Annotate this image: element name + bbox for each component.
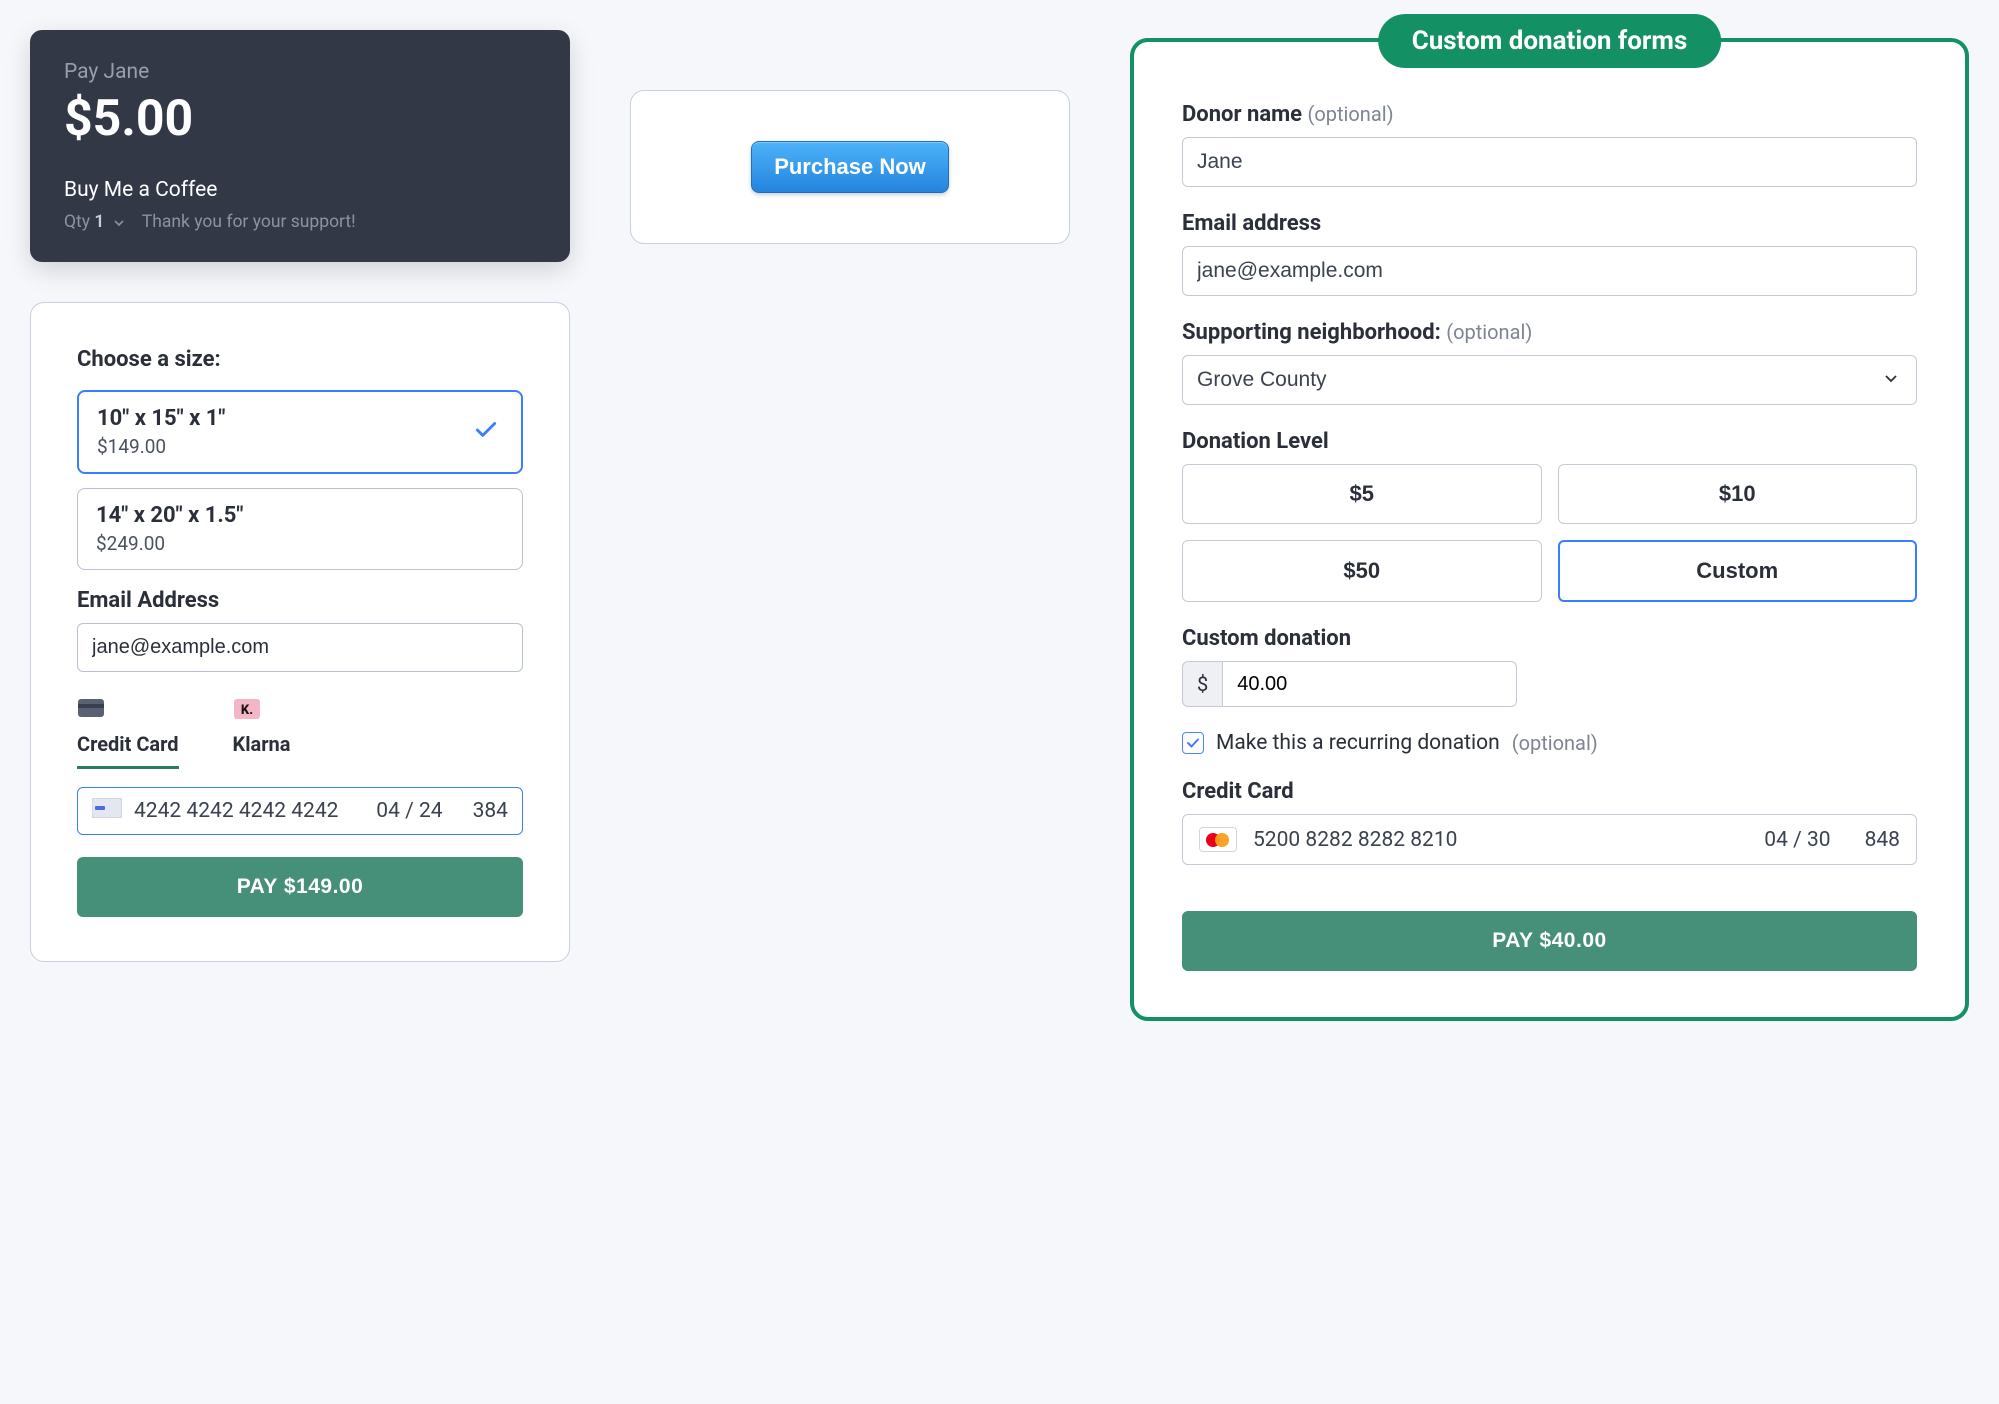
pay-button[interactable]: PAY $149.00	[77, 857, 523, 917]
neighborhood-optional: (optional)	[1446, 320, 1532, 344]
donation-email-input[interactable]	[1182, 246, 1917, 296]
mastercard-icon	[1199, 827, 1237, 852]
donation-badge: Custom donation forms	[1378, 14, 1722, 68]
custom-amount-input[interactable]	[1222, 661, 1517, 707]
size-option-2[interactable]: 14" x 20" x 1.5" $249.00	[77, 488, 523, 570]
level-10[interactable]: $10	[1558, 464, 1918, 524]
card-number: 4242 4242 4242 4242	[134, 799, 364, 823]
size-option-1-title: 10" x 15" x 1"	[97, 406, 503, 431]
tab-klarna-label: Klarna	[233, 732, 291, 756]
email-label: Email Address	[77, 588, 523, 613]
recurring-optional: (optional)	[1512, 731, 1598, 755]
custom-donation-label: Custom donation	[1182, 626, 1917, 651]
donor-name-label: Donor name (optional)	[1182, 102, 1917, 127]
donation-form: Custom donation forms Donor name (option…	[1130, 38, 1969, 1021]
card-cvc: 384	[473, 799, 508, 823]
neighborhood-label-text: Supporting neighborhood:	[1182, 320, 1441, 345]
chevron-down-icon[interactable]	[113, 212, 125, 232]
email-input[interactable]	[77, 623, 523, 672]
purchase-now-button[interactable]: Purchase Now	[751, 141, 949, 193]
card-exp: 04 / 24	[376, 799, 442, 823]
donation-card-number: 5200 8282 8282 8210	[1253, 828, 1748, 852]
amount: $5.00	[64, 90, 536, 148]
coffee-meta: Qty 1 Thank you for your support!	[64, 212, 536, 232]
size-option-2-title: 14" x 20" x 1.5"	[96, 503, 504, 528]
card-input-row[interactable]: 4242 4242 4242 4242 04 / 24 384	[77, 787, 523, 835]
neighborhood-select[interactable]	[1182, 355, 1917, 405]
donor-name-optional: (optional)	[1308, 102, 1394, 126]
generic-card-icon	[92, 798, 122, 824]
donation-card-exp: 04 / 30	[1764, 828, 1830, 852]
choose-size-heading: Choose a size:	[77, 347, 523, 372]
donation-card-input[interactable]: 5200 8282 8282 8210 04 / 30 848	[1182, 814, 1917, 865]
donation-card-cvc: 848	[1865, 828, 1900, 852]
neighborhood-label: Supporting neighborhood: (optional)	[1182, 320, 1917, 345]
size-checkout-card: Choose a size: 10" x 15" x 1" $149.00 14…	[30, 302, 570, 962]
level-5[interactable]: $5	[1182, 464, 1542, 524]
recurring-checkbox[interactable]	[1182, 732, 1204, 754]
recurring-label: Make this a recurring donation	[1216, 731, 1500, 755]
thanks-note: Thank you for your support!	[142, 212, 356, 232]
product-name: Buy Me a Coffee	[64, 178, 536, 202]
donation-level-label: Donation Level	[1182, 429, 1917, 454]
credit-card-icon	[77, 698, 179, 724]
size-option-2-price: $249.00	[96, 532, 504, 555]
purchase-card: Purchase Now	[630, 90, 1070, 244]
size-option-1[interactable]: 10" x 15" x 1" $149.00	[77, 390, 523, 474]
tab-credit-card-label: Credit Card	[77, 732, 179, 756]
level-custom[interactable]: Custom	[1558, 540, 1918, 602]
size-option-1-price: $149.00	[97, 435, 503, 458]
donation-pay-button[interactable]: PAY $40.00	[1182, 911, 1917, 971]
klarna-icon: K.	[233, 698, 291, 724]
currency-symbol: $	[1182, 661, 1222, 707]
donor-name-label-text: Donor name	[1182, 102, 1302, 127]
payee-label: Pay Jane	[64, 60, 536, 84]
qty-label: Qty	[64, 212, 90, 232]
level-50[interactable]: $50	[1182, 540, 1542, 602]
donation-email-label: Email address	[1182, 211, 1917, 236]
check-icon	[473, 417, 499, 447]
donor-name-input[interactable]	[1182, 137, 1917, 187]
svg-text:K.: K.	[240, 703, 252, 718]
tab-klarna[interactable]: K. Klarna	[233, 698, 291, 769]
pay-jane-card: Pay Jane $5.00 Buy Me a Coffee Qty 1 Tha…	[30, 30, 570, 262]
qty-value: 1	[94, 212, 104, 232]
donation-cc-label: Credit Card	[1182, 779, 1917, 804]
tab-credit-card[interactable]: Credit Card	[77, 698, 179, 769]
